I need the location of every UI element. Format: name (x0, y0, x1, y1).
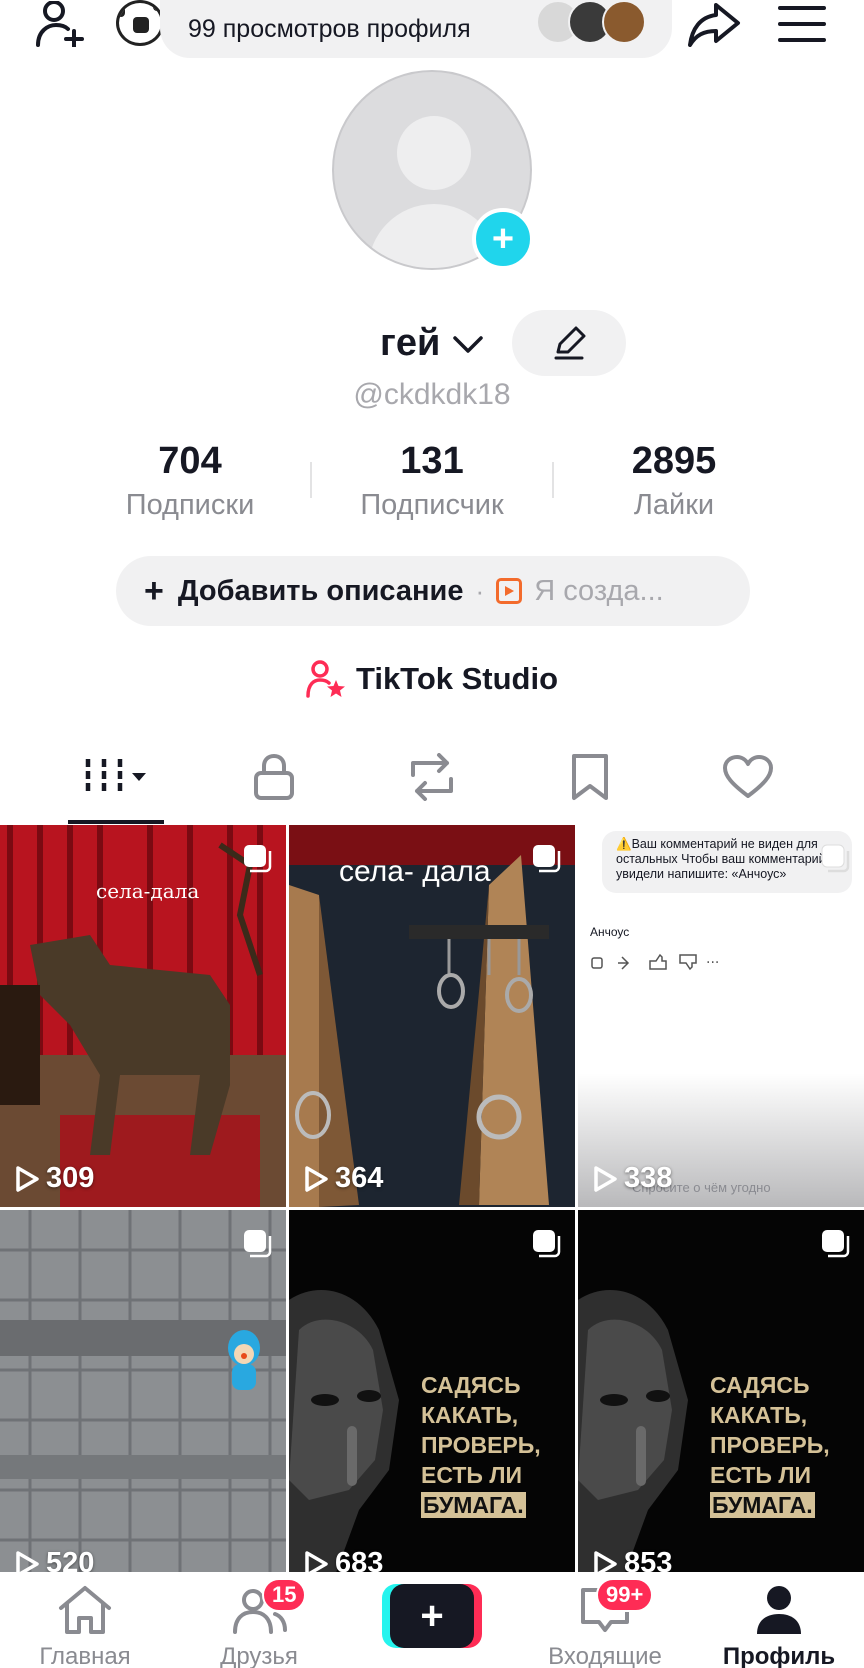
svg-text:···: ··· (706, 955, 719, 971)
tab-reposts[interactable] (372, 740, 492, 814)
create-button[interactable]: + (382, 1584, 482, 1648)
bottom-nav: Главная Друзья 15 + Входящие 99+ Профиль (0, 1572, 864, 1668)
video-tile[interactable]: села- дала 364 (289, 825, 575, 1207)
separator-dot: · (475, 575, 485, 606)
soccer-ball-icon[interactable] (116, 0, 164, 46)
nav-home-label: Главная (39, 1643, 131, 1668)
tiktok-studio-link[interactable]: TikTok Studio (0, 655, 864, 703)
studio-person-star-icon (306, 660, 345, 698)
play-count-value: 364 (335, 1162, 384, 1194)
nav-inbox[interactable]: Входящие 99+ (530, 1578, 680, 1668)
followers-stat[interactable]: 131 Подписчик (312, 440, 552, 522)
tab-favorites[interactable] (530, 740, 650, 814)
video-tile[interactable]: ··· ⚠️Ваш комментарий не виден для остал… (578, 825, 864, 1207)
video-caption: села- дала (339, 855, 491, 888)
nav-inbox-label: Входящие (548, 1643, 662, 1668)
video-caption: САДЯСЬ КАКАТЬ, ПРОВЕРЬ, ЕСТЬ ЛИ БУМАГА. (710, 1372, 830, 1518)
creator-play-icon (496, 578, 523, 604)
plus-icon: + (390, 1584, 474, 1648)
nav-profile-label: Профиль (722, 1643, 836, 1668)
display-name[interactable]: гей (380, 322, 440, 365)
inbox-badge: 99+ (596, 1578, 654, 1612)
active-tab-indicator (68, 820, 164, 824)
add-photo-button[interactable]: + (472, 208, 534, 270)
likes-count: 2895 (631, 440, 717, 482)
repost-icon (411, 753, 453, 801)
share-icon[interactable] (682, 0, 746, 48)
profile-stats: 704 Подписки 131 Подписчик 2895 Лайки (0, 440, 864, 522)
multi-image-icon (822, 1230, 850, 1258)
profile-views-text: 99 просмотров профиля (188, 14, 471, 43)
tab-liked[interactable] (688, 740, 808, 814)
pencil-icon (554, 326, 586, 360)
menu-icon[interactable] (770, 0, 834, 48)
play-icon (305, 1165, 328, 1192)
bookmark-icon (572, 754, 608, 800)
nav-friends-label: Друзья (220, 1643, 298, 1668)
followers-label: Подписчик (360, 489, 504, 521)
video-tile[interactable]: 520 (0, 1210, 286, 1592)
username-handle: @ckdkdk18 (353, 378, 511, 411)
play-icon (594, 1165, 617, 1192)
home-icon (59, 1586, 111, 1634)
profile-icon (757, 1586, 801, 1634)
nav-friends[interactable]: Друзья 15 (184, 1578, 334, 1668)
multi-image-icon (244, 1230, 272, 1258)
lock-icon (254, 753, 294, 800)
multi-image-icon (533, 1230, 561, 1258)
friends-badge: 15 (262, 1578, 307, 1612)
multi-image-icon (244, 845, 272, 873)
videos-grid-icon (85, 759, 146, 795)
studio-label: TikTok Studio (355, 661, 559, 696)
followers-count: 131 (400, 440, 464, 482)
chevron-down-icon[interactable] (452, 334, 484, 361)
nav-profile[interactable]: Профиль (704, 1584, 854, 1668)
play-count: 309 (14, 1162, 94, 1195)
play-icon (16, 1165, 39, 1192)
tab-private[interactable] (214, 740, 334, 814)
profile-tabs (0, 740, 864, 824)
play-count: 338 (592, 1162, 672, 1195)
comment-author: Анчоус (590, 925, 630, 939)
likes-label: Лайки (633, 489, 715, 521)
multi-image-icon (533, 845, 561, 873)
heart-icon (723, 755, 773, 798)
following-stat[interactable]: 704 Подписки (70, 440, 310, 522)
multi-image-icon (821, 844, 850, 873)
play-count-value: 309 (46, 1162, 95, 1194)
following-label: Подписки (125, 489, 255, 521)
play-count-value: 338 (624, 1162, 673, 1194)
video-caption: села-дала (96, 879, 200, 903)
creator-label: Я созда... (534, 574, 664, 607)
video-tile[interactable]: САДЯСЬ КАКАТЬ, ПРОВЕРЬ, ЕСТЬ ЛИ БУМАГА. … (289, 1210, 575, 1592)
edit-profile-button[interactable] (512, 310, 626, 376)
likes-stat[interactable]: 2895 Лайки (554, 440, 794, 522)
nav-home[interactable]: Главная (10, 1584, 160, 1668)
add-description-button[interactable]: + Добавить описание · Я созда... (116, 556, 750, 626)
top-bar: 99 просмотров профиля (0, 0, 864, 60)
video-caption: САДЯСЬ КАКАТЬ, ПРОВЕРЬ, ЕСТЬ ЛИ БУМАГА. (421, 1372, 541, 1518)
video-tile[interactable]: САДЯСЬ КАКАТЬ, ПРОВЕРЬ, ЕСТЬ ЛИ БУМАГА. … (578, 1210, 864, 1592)
name-row: гей (0, 310, 864, 380)
following-count: 704 (158, 440, 222, 482)
plus-icon: + (144, 571, 164, 610)
play-count: 364 (303, 1162, 383, 1195)
comment-notice: ⚠️Ваш комментарий не виден для остальных… (616, 837, 826, 881)
viewer-avatars[interactable] (532, 0, 652, 46)
tab-videos[interactable] (56, 740, 176, 814)
add-friend-icon[interactable] (30, 0, 94, 48)
add-description-label: Добавить описание (177, 574, 464, 607)
video-tile[interactable]: села-дала 309 (0, 825, 286, 1207)
